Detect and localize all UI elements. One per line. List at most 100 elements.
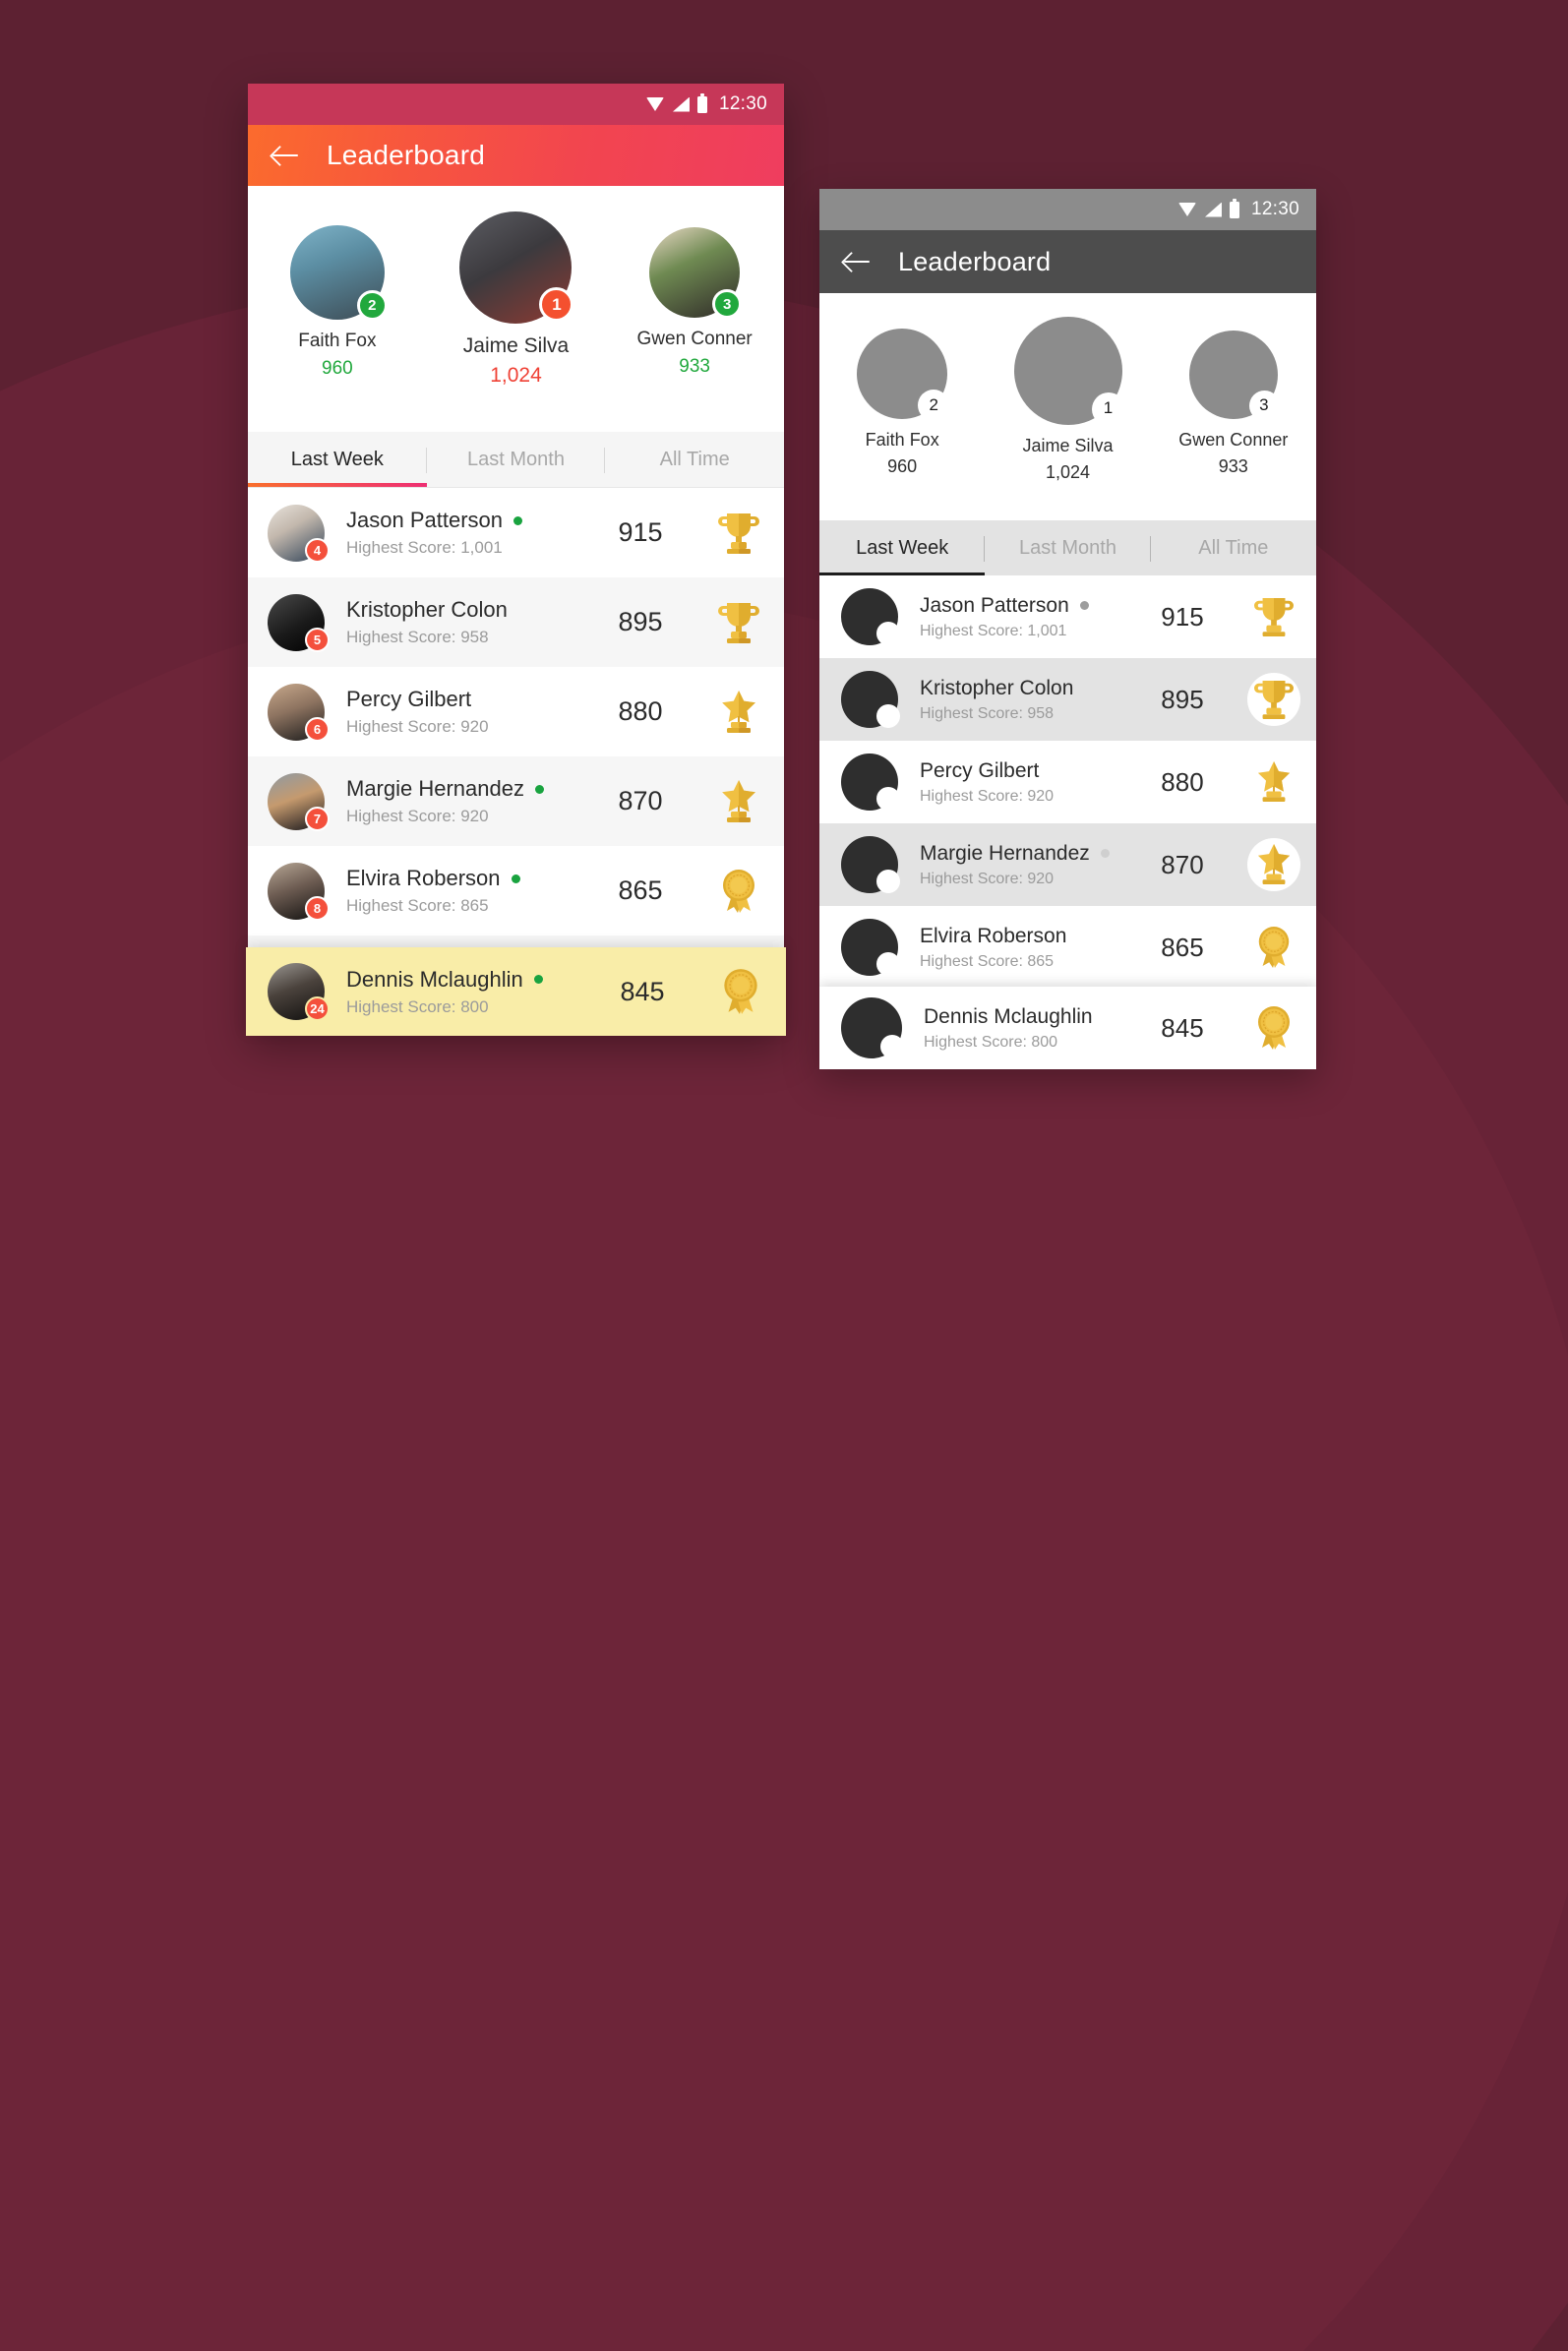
table-row[interactable]: Jason Patterson Highest Score: 1,001 915 [819,575,1316,658]
award-halo [1247,673,1300,726]
tab-all-time[interactable]: All Time [605,432,784,487]
podium-name: Jaime Silva [1022,436,1114,455]
tab-bar: Last Week Last Month All Time [819,520,1316,575]
player-score: 880 [618,696,663,726]
highest-score: Highest Score: 958 [920,704,1055,722]
signal-icon [672,96,690,112]
back-arrow-icon[interactable] [844,250,872,273]
avatar-placeholder: 2 [857,329,950,421]
avatar-wrap: 6 [268,683,330,742]
trophy-cup-icon [1232,594,1316,639]
podium-item-3[interactable]: 3 Gwen Conner 933 [1151,311,1316,477]
rank-badge: 3 [1259,395,1269,414]
table-row[interactable]: 4 Jason Patterson Highest Score: 1,001 9… [248,488,784,577]
table-row[interactable]: Elvira Roberson Highest Score: 865 865 [819,906,1316,989]
online-status-dot [533,975,543,984]
self-rank-row[interactable]: Dennis Mclaughlin Highest Score: 800 845 [819,987,1316,1069]
tab-last-week[interactable]: Last Week [819,520,986,575]
phone-mockup-color: 12:30 Leaderboard 2 Faith Fox 960 1 Jaim… [248,84,784,1036]
star-trophy-icon [1232,759,1316,805]
back-arrow-icon[interactable] [272,144,300,167]
highest-score: Highest Score: 865 [920,952,1055,970]
player-name: Kristopher Colon [346,597,508,622]
highest-score: Highest Score: 958 [346,628,489,646]
podium-item-1[interactable]: 1 Jaime Silva 1,024 [427,204,606,388]
rank-badge: 2 [356,290,388,321]
rank-badge: 7 [305,806,330,831]
player-score: 870 [618,786,663,815]
highest-score: Highest Score: 865 [346,896,489,915]
table-row[interactable]: Kristopher Colon Highest Score: 958 895 [819,658,1316,741]
podium-name: Faith Fox [298,331,377,351]
avatar-placeholder [841,754,900,811]
player-name: Dennis Mclaughlin [346,966,523,992]
online-status-dot [534,784,544,794]
highest-score: Highest Score: 1,001 [346,538,503,557]
player-score: 870 [1161,849,1204,879]
award-halo [1247,838,1300,891]
highest-score: Highest Score: 920 [920,787,1055,805]
rank-badge: 6 [305,716,330,742]
app-bar: Leaderboard [819,230,1316,293]
tab-last-month[interactable]: Last Month [985,520,1151,575]
avatar-wrap: 24 [268,963,330,1021]
podium-name: Faith Fox [865,430,939,450]
table-row[interactable]: 5 Kristopher Colon Highest Score: 958 89… [248,577,784,667]
avatar-wrap: 1 [459,211,574,324]
podium-item-2[interactable]: 2 Faith Fox 960 [248,204,427,380]
self-rank-row[interactable]: 24 Dennis Mclaughlin Highest Score: 800 … [246,947,786,1036]
rank-badge: 1 [539,287,574,322]
page-title: Leaderboard [898,246,1052,276]
player-score: 880 [1161,766,1204,797]
podium-item-1[interactable]: 1 Jaime Silva 1,024 [985,311,1150,483]
tab-all-time[interactable]: All Time [1151,520,1316,575]
player-score: 845 [1161,1012,1204,1043]
tab-last-week[interactable]: Last Week [248,432,427,487]
active-tab-indicator [248,483,427,487]
player-score: 895 [618,607,663,636]
player-name: Kristopher Colon [920,676,1074,699]
avatar-wrap: 7 [268,772,330,831]
rank-badge: 24 [305,996,330,1021]
tab-last-month[interactable]: Last Month [427,432,606,487]
wifi-icon [1177,203,1197,216]
rosette-medal-icon [694,868,784,915]
player-name: Jason Patterson [920,593,1069,617]
table-row[interactable]: Percy Gilbert Highest Score: 920 880 [819,741,1316,823]
highest-score: Highest Score: 920 [346,807,489,825]
player-score: 865 [618,875,663,905]
online-status-dot [513,515,522,525]
podium-score: 960 [887,456,918,476]
status-bar: 12:30 [819,189,1316,230]
badge-notch [876,952,900,976]
avatar-placeholder [841,671,900,728]
tab-label: All Time [659,449,730,470]
rank-badge: 5 [305,627,330,652]
player-score: 845 [620,976,665,1006]
highest-score: Highest Score: 800 [346,996,489,1016]
rank-badge: 3 [712,289,743,319]
table-row[interactable]: Margie Hernandez Highest Score: 920 870 [819,823,1316,906]
avatar-placeholder [841,588,900,645]
status-bar-clock: 12:30 [718,93,767,114]
avatar-placeholder: 3 [1188,331,1280,421]
background-arc-outer [0,275,1568,2351]
star-trophy-icon [694,689,784,736]
leaderboard-list[interactable]: 4 Jason Patterson Highest Score: 1,001 9… [248,488,784,1025]
rosette-medal-icon [1232,925,1316,970]
table-row[interactable]: 7 Margie Hernandez Highest Score: 920 87… [248,756,784,846]
trophy-cup-icon [694,510,784,557]
table-row[interactable]: 8 Elvira Roberson Highest Score: 865 865 [248,846,784,935]
rosette-medal-icon [1232,1004,1316,1052]
badge-notch [876,704,900,728]
podium-item-3[interactable]: 3 Gwen Conner 933 [605,204,784,378]
podium-item-2[interactable]: 2 Faith Fox 960 [819,311,985,477]
online-status-dot [511,874,520,883]
tab-label: Last Week [856,537,949,559]
tab-label: Last Month [467,449,565,470]
avatar-wrap: 4 [268,504,330,563]
podium-score: 1,024 [490,364,542,387]
table-row[interactable]: 6 Percy Gilbert Highest Score: 920 880 [248,667,784,756]
podium-score: 960 [322,358,353,379]
status-bar: 12:30 [248,84,784,125]
